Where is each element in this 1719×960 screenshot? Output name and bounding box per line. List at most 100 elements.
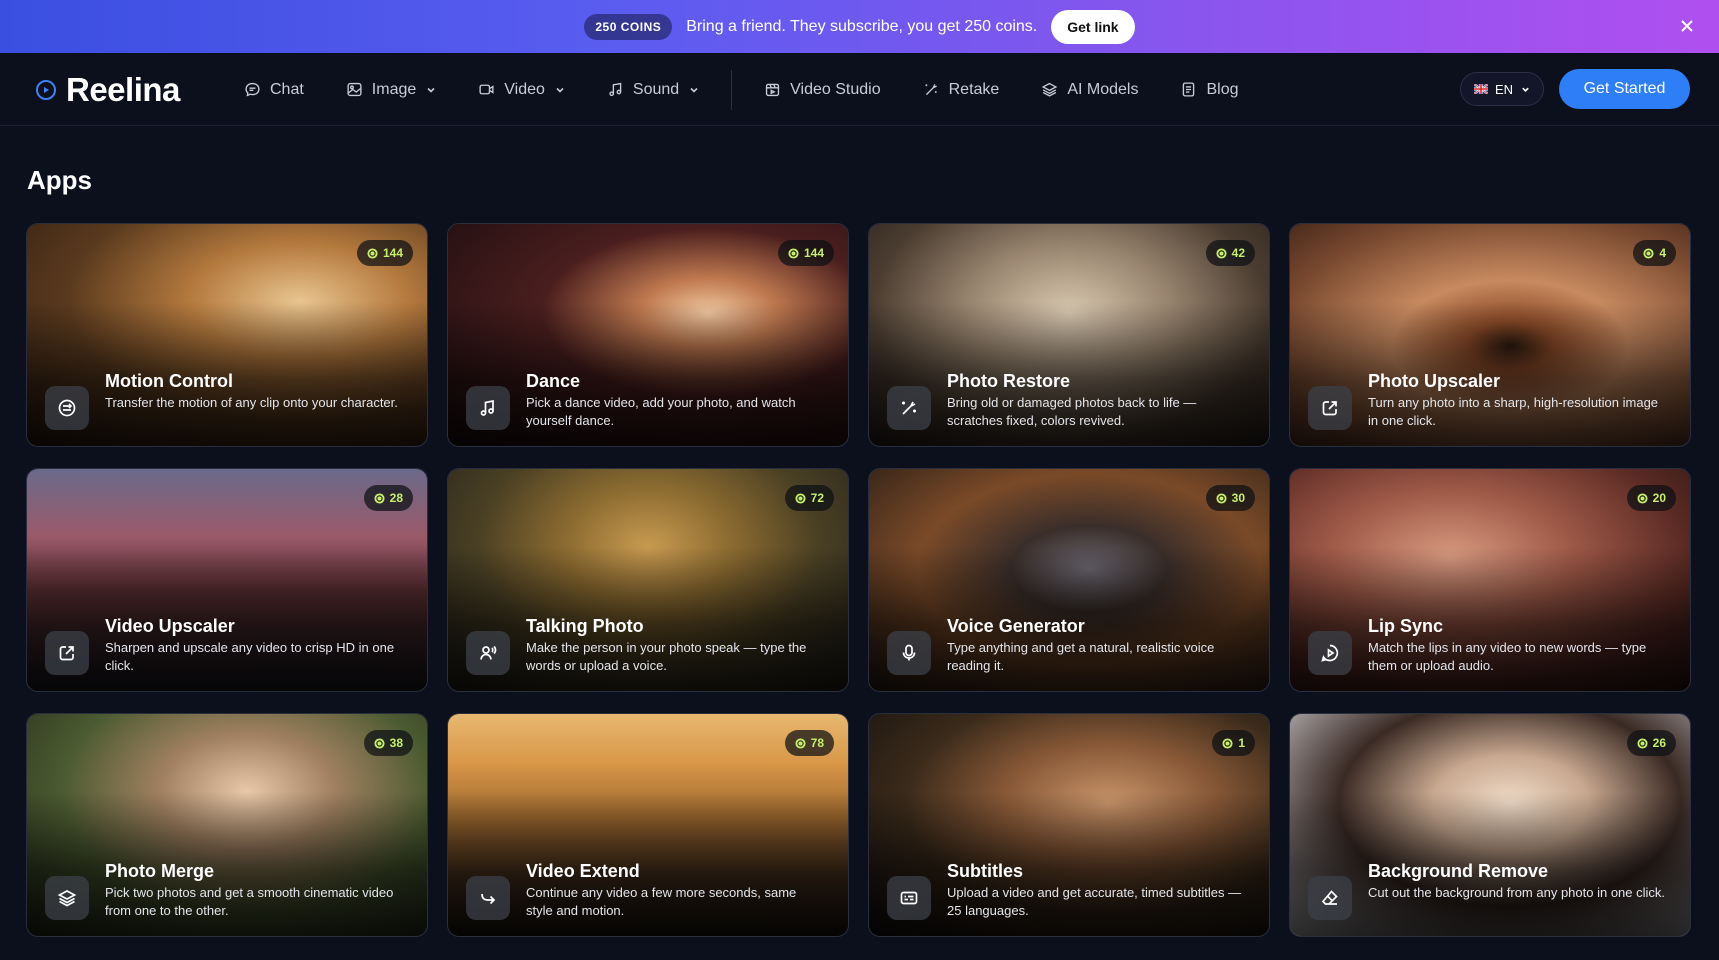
chevron-down-icon	[427, 87, 435, 93]
get-started-button[interactable]: Get Started	[1559, 69, 1690, 109]
app-card-lip-sync[interactable]: 20 Lip Sync Match the lips in any video …	[1289, 468, 1691, 692]
count-badge: 38	[363, 730, 413, 756]
promo-banner: 250 COINS Bring a friend. They subscribe…	[0, 0, 1719, 53]
coins-badge: 250 COINS	[584, 13, 673, 40]
count-badge: 144	[777, 240, 834, 266]
app-card-video-extend[interactable]: 78 Video Extend Continue any video a few…	[447, 713, 849, 937]
app-description: Bring old or damaged photos back to life…	[947, 395, 1197, 428]
nav-item-label: Blog	[1206, 80, 1239, 98]
app-description: Pick two photos and get a smooth cinemat…	[105, 885, 394, 918]
coin-icon	[1643, 247, 1654, 259]
nav-menu: Chat Image Video Sound Video Studio Reta…	[244, 53, 1281, 126]
close-icon[interactable]	[1677, 16, 1697, 36]
app-title: Background Remove	[1368, 861, 1549, 881]
nav-item-label: Retake	[948, 80, 1000, 98]
language-label: EN	[1494, 81, 1514, 97]
app-description: Continue any video a few more seconds, s…	[526, 885, 797, 918]
app-title: Video Extend	[526, 861, 640, 881]
app-card-photo-merge[interactable]: 38 Photo Merge Pick two photos and get a…	[26, 713, 428, 937]
app-card-dance[interactable]: 144 Dance Pick a dance video, add your p…	[447, 223, 849, 447]
app-card-background-remove[interactable]: 26 Background Remove Cut out the backgro…	[1289, 713, 1691, 937]
document-icon	[1183, 82, 1195, 97]
app-card-photo-upscaler[interactable]: 4 Photo Upscaler Turn any photo into a s…	[1289, 223, 1691, 447]
nav-item-blog[interactable]: Blog	[1180, 80, 1239, 99]
nav-item-chat[interactable]: Chat	[244, 81, 304, 99]
uk-flag-icon	[1473, 84, 1488, 94]
lip-sync-icon	[1308, 631, 1352, 675]
app-card-motion-control[interactable]: 144 Motion Control Transfer the motion o…	[26, 223, 428, 447]
count-badge: 72	[784, 485, 834, 511]
app-title: Photo Restore	[947, 371, 1071, 391]
count-badge: 1	[1212, 730, 1255, 756]
chat-icon	[245, 82, 260, 97]
app-description: Turn any photo into a sharp, high-resolu…	[1368, 395, 1659, 428]
chevron-down-icon	[1522, 87, 1529, 92]
music-note-icon	[466, 386, 510, 430]
count-badge: 20	[1626, 485, 1676, 511]
count-badge: 26	[1626, 730, 1676, 756]
logo-text: Reelina	[66, 71, 180, 108]
count-badge: 78	[784, 730, 834, 756]
nav-item-retake[interactable]: Retake	[923, 80, 1000, 99]
nav-item-video-studio[interactable]: Video Studio	[764, 81, 881, 99]
nav-item-sound[interactable]: Sound	[607, 81, 699, 99]
coin-icon	[1216, 247, 1227, 259]
get-link-button[interactable]: Get link	[1051, 9, 1135, 44]
app-title: Photo Merge	[105, 861, 215, 881]
app-description: Type anything and get a natural, realist…	[947, 640, 1215, 673]
upscale-icon	[1308, 386, 1352, 430]
count-badge: 28	[363, 485, 413, 511]
microphone-icon	[887, 631, 931, 675]
nav-item-label: Image	[371, 80, 417, 98]
nav-item-label: Video	[504, 80, 545, 98]
app-card-talking-photo[interactable]: 72 Talking Photo Make the person in your…	[447, 468, 849, 692]
app-title: Video Upscaler	[105, 616, 235, 636]
nav-divider	[731, 69, 733, 110]
play-icon	[36, 80, 56, 100]
layers-icon	[45, 876, 89, 920]
magic-wand-icon	[887, 386, 931, 430]
app-description: Match the lips in any video to new words…	[1368, 640, 1647, 673]
app-card-video-upscaler[interactable]: 28 Video Upscaler Sharpen and upscale an…	[26, 468, 428, 692]
app-description: Transfer the motion of any clip onto you…	[105, 395, 398, 410]
layers-icon	[1042, 82, 1058, 97]
coin-icon	[374, 492, 385, 504]
nav-item-label: Chat	[270, 80, 304, 98]
music-note-icon	[609, 82, 622, 97]
top-navbar: Reelina Chat Image Video Sound Video Stu…	[0, 53, 1719, 126]
coin-icon	[374, 737, 385, 749]
video-icon	[479, 84, 494, 95]
coin-icon	[788, 247, 799, 259]
app-description: Pick a dance video, add your photo, and …	[526, 395, 796, 428]
nav-item-label: AI Models	[1067, 80, 1139, 98]
nav-item-video[interactable]: Video	[478, 81, 565, 99]
app-description: Make the person in your photo speak — ty…	[526, 640, 807, 673]
app-card-voice-generator[interactable]: 30 Voice Generator Type anything and get…	[868, 468, 1270, 692]
nav-item-ai-models[interactable]: AI Models	[1041, 81, 1138, 99]
app-title: Talking Photo	[526, 616, 644, 636]
nav-item-image[interactable]: Image	[346, 81, 436, 99]
speaking-person-icon	[466, 631, 510, 675]
app-card-subtitles[interactable]: 1 Subtitles Upload a video and get accur…	[868, 713, 1270, 937]
language-selector[interactable]: EN	[1460, 72, 1544, 106]
retake-icon	[925, 84, 937, 96]
count-badge: 30	[1205, 485, 1255, 511]
app-description: Sharpen and upscale any video to crisp H…	[105, 640, 395, 673]
chevron-down-icon	[690, 87, 698, 93]
coin-icon	[1216, 492, 1227, 504]
nav-item-label: Sound	[632, 80, 680, 98]
upscale-icon	[45, 631, 89, 675]
eraser-icon	[1308, 876, 1352, 920]
coin-icon	[795, 492, 806, 504]
studio-icon	[766, 83, 780, 97]
promo-text: Bring a friend. They subscribe, you get …	[686, 17, 1038, 35]
app-title: Motion Control	[105, 371, 233, 391]
count-badge: 4	[1633, 240, 1676, 266]
subtitles-icon	[887, 876, 931, 920]
app-card-photo-restore[interactable]: 42 Photo Restore Bring old or damaged ph…	[868, 223, 1270, 447]
app-title: Lip Sync	[1368, 616, 1444, 636]
count-badge: 42	[1205, 240, 1255, 266]
logo[interactable]: Reelina	[36, 71, 180, 109]
app-title: Photo Upscaler	[1368, 371, 1501, 391]
app-title: Subtitles	[947, 861, 1024, 881]
